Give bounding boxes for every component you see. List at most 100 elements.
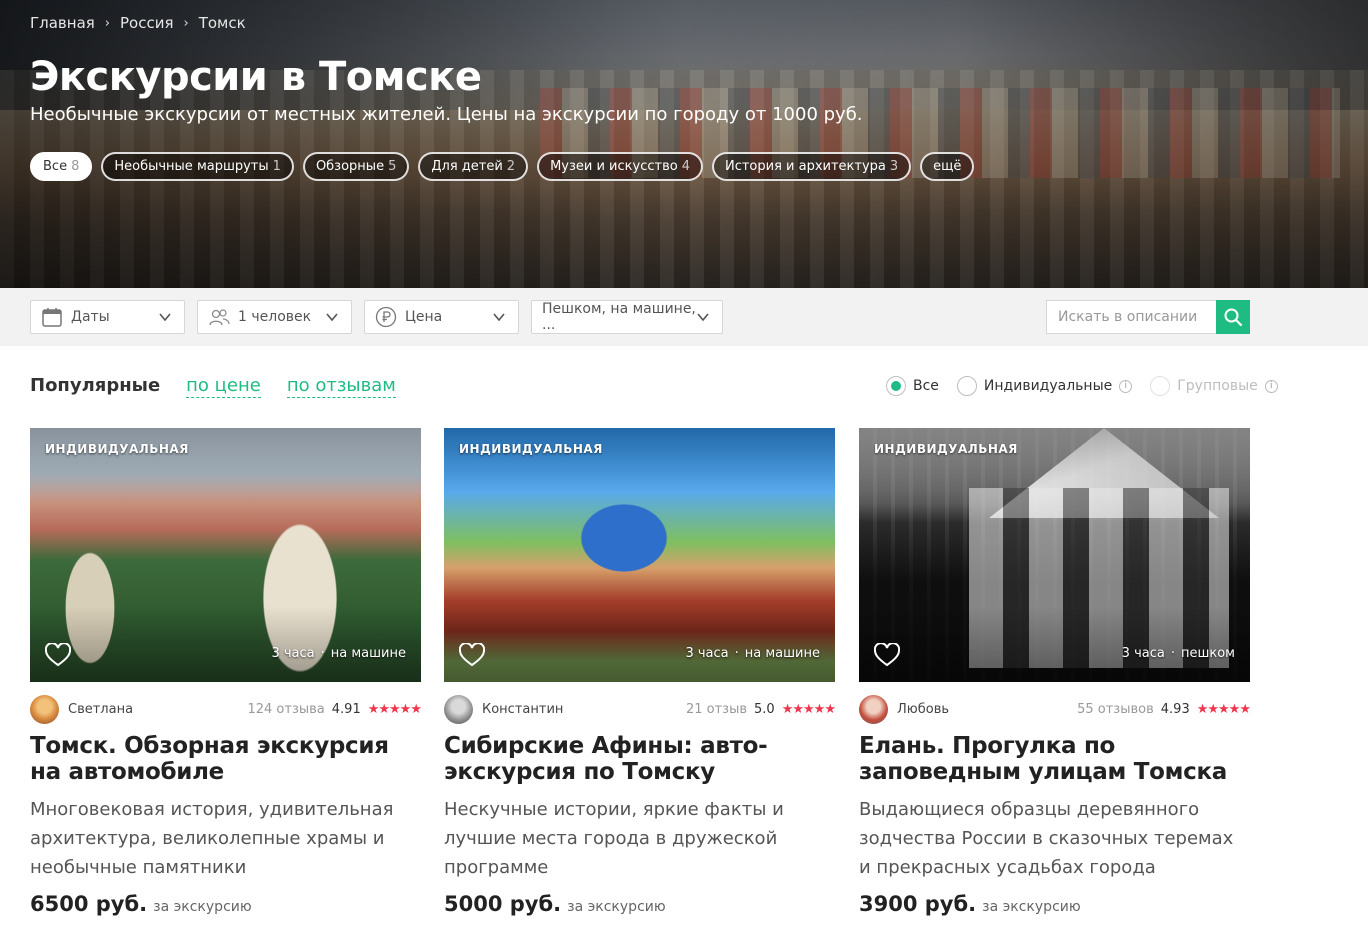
avatar[interactable] (444, 694, 473, 724)
chevron-down-icon (159, 313, 171, 322)
hero-shade (0, 0, 1368, 288)
tour-duration: 3 часа (271, 646, 315, 661)
filter-bar: Даты 1 человек Цена Пешком, на машине, .… (0, 288, 1368, 346)
chip-kids[interactable]: Для детей 2 (418, 152, 529, 181)
sort-popular[interactable]: Популярные (30, 375, 160, 396)
search-input[interactable] (1046, 300, 1216, 334)
chip-label: ещё (933, 159, 962, 174)
meta-separator: · (734, 646, 739, 661)
transport-select[interactable]: Пешком, на машине, ... (531, 300, 723, 334)
chip-label: Необычные маршруты (114, 159, 269, 174)
chip-overview[interactable]: Обзорные 5 (302, 152, 410, 181)
tour-card[interactable]: ИНДИВИДУАЛЬНАЯ 3 часа · на машине Конста… (444, 428, 836, 916)
guide-name[interactable]: Любовь (897, 702, 949, 717)
breadcrumb-country[interactable]: Россия (120, 14, 174, 32)
rating: 21 отзыв 5.0 ★★★★★ (686, 701, 836, 717)
chip-count: 3 (889, 159, 899, 174)
info-icon[interactable]: i (1119, 379, 1133, 393)
search-button[interactable] (1216, 300, 1250, 334)
guide-row: Светлана 124 отзыва 4.91 ★★★★★ (30, 694, 422, 724)
radio-dot (1150, 376, 1171, 396)
chip-museums[interactable]: Музеи и искусство 4 (537, 152, 703, 181)
chip-history[interactable]: История и архитектура 3 (711, 152, 912, 181)
star-icon: ★★★★★ (367, 701, 422, 717)
photo-shade (859, 428, 1250, 682)
radio-all-label: Все (913, 378, 939, 394)
tour-meta: 3 часа · на машине (685, 646, 820, 661)
search-icon (1224, 308, 1243, 327)
tour-description: Многовековая история, удивительная архит… (30, 799, 394, 878)
tour-card[interactable]: ИНДИВИДУАЛЬНАЯ 3 часа · на машине Светла… (30, 428, 422, 916)
tour-photo[interactable]: ИНДИВИДУАЛЬНАЯ 3 часа · на машине (30, 428, 421, 682)
sort-by-price[interactable]: по цене (186, 375, 261, 398)
tour-description: Выдающиеся образцы деревянного зодчества… (859, 799, 1234, 878)
radio-all[interactable]: Все (886, 376, 939, 396)
chip-unusual[interactable]: Необычные маршруты 1 (101, 152, 294, 181)
people-label: 1 человек (238, 309, 312, 325)
tour-type-badge: ИНДИВИДУАЛЬНАЯ (874, 442, 1018, 456)
meta-separator: · (320, 646, 325, 661)
tour-meta: 3 часа · пешком (1122, 646, 1235, 661)
page-subtitle: Необычные экскурсии от местных жителей. … (30, 104, 863, 125)
tour-price: 5000 руб. (444, 892, 562, 916)
reviews-count[interactable]: 55 отзывов (1077, 702, 1154, 717)
radio-dot (886, 376, 906, 396)
sort-by-reviews[interactable]: по отзывам (286, 375, 396, 398)
tour-transport: на машине (744, 646, 820, 661)
tour-photo[interactable]: ИНДИВИДУАЛЬНАЯ 3 часа · пешком (859, 428, 1250, 682)
tour-transport: пешком (1180, 646, 1235, 661)
star-icon: ★★★★★ (1196, 701, 1251, 717)
reviews-count[interactable]: 21 отзыв (686, 702, 747, 717)
people-select[interactable]: 1 человек (197, 300, 352, 334)
dates-select[interactable]: Даты (30, 300, 185, 334)
dates-label: Даты (71, 309, 110, 325)
chip-all[interactable]: Все 8 (30, 152, 93, 181)
tour-price: 6500 руб. (30, 892, 148, 916)
page-title: Экскурсии в Томске (30, 54, 482, 100)
heart-icon[interactable] (874, 643, 900, 667)
info-icon[interactable]: i (1264, 379, 1278, 393)
search-box (1046, 300, 1250, 334)
avatar[interactable] (30, 694, 59, 724)
tour-title[interactable]: Сибирские Афины: авто-экскурсия по Томск… (444, 733, 835, 785)
tour-duration: 3 часа (685, 646, 729, 661)
price-row: 3900 руб. за экскурсию (859, 892, 1250, 916)
reviews-count[interactable]: 124 отзыва (247, 702, 324, 717)
radio-individual[interactable]: Индивидуальные i (956, 376, 1133, 396)
guide-name[interactable]: Светлана (68, 702, 133, 717)
breadcrumb-home[interactable]: Главная (30, 14, 95, 32)
guide-name[interactable]: Константин (482, 702, 563, 717)
tour-transport: на машине (330, 646, 406, 661)
price-label: Цена (405, 309, 443, 325)
heart-icon[interactable] (459, 643, 485, 667)
rating: 55 отзывов 4.93 ★★★★★ (1077, 701, 1251, 717)
star-icon: ★★★★★ (781, 701, 836, 717)
sort-options: Популярные по цене по отзывам (30, 375, 396, 398)
breadcrumb-city[interactable]: Томск (199, 14, 246, 32)
rating-score: 5.0 (754, 701, 775, 717)
tour-type-filter: Все Индивидуальные i Групповые i (886, 376, 1278, 396)
avatar[interactable] (859, 694, 888, 724)
breadcrumb: Главная › Россия › Томск (30, 14, 246, 32)
chip-more[interactable]: ещё (920, 152, 975, 181)
price-select[interactable]: Цена (364, 300, 519, 334)
chip-count: 1 (272, 159, 281, 174)
price-unit: за экскурсию (153, 899, 252, 915)
price-row: 5000 руб. за экскурсию (444, 892, 835, 916)
tour-type-badge: ИНДИВИДУАЛЬНАЯ (45, 442, 189, 456)
chip-label: Для детей (431, 159, 503, 174)
tour-title[interactable]: Томск. Обзорная экскурсия на автомобиле (30, 733, 421, 785)
tour-photo[interactable]: ИНДИВИДУАЛЬНАЯ 3 часа · на машине (444, 428, 835, 682)
tour-card[interactable]: ИНДИВИДУАЛЬНАЯ 3 часа · пешком Любовь 55… (859, 428, 1251, 916)
radio-group[interactable]: Групповые i (1150, 376, 1278, 396)
tour-duration: 3 часа (1121, 646, 1165, 661)
chip-label: Музеи и искусство (550, 159, 678, 174)
heart-icon[interactable] (45, 643, 71, 667)
radio-group-label: Групповые (1177, 378, 1258, 394)
tour-title[interactable]: Елань. Прогулка по заповедным улицам Том… (859, 733, 1250, 785)
price-unit: за экскурсию (567, 899, 666, 915)
chevron-down-icon (493, 313, 505, 322)
chip-label: Обзорные (315, 159, 385, 174)
calendar-icon (41, 306, 63, 328)
guide-row: Константин 21 отзыв 5.0 ★★★★★ (444, 694, 836, 724)
